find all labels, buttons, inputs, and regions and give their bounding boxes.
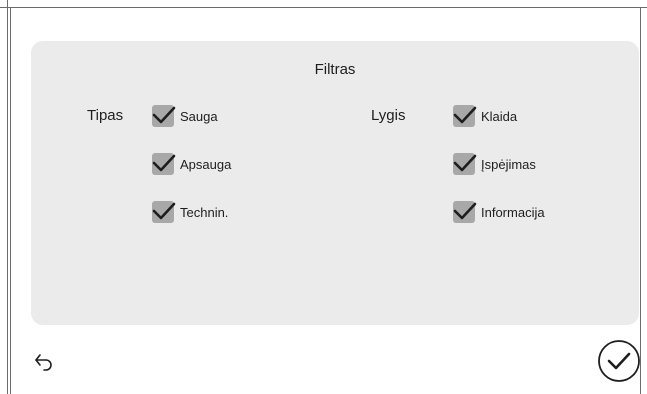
confirm-button[interactable] bbox=[597, 339, 641, 383]
checkbox-box[interactable] bbox=[453, 105, 477, 127]
back-arrow-icon[interactable] bbox=[33, 352, 55, 374]
checkbox-level-informacija[interactable]: Informacija bbox=[453, 201, 545, 223]
screen: Filtras Tipas Sauga Apsauga Technin. Lyg… bbox=[0, 0, 647, 394]
checkbox-type-sauga[interactable]: Sauga bbox=[152, 105, 218, 127]
frame-border-right bbox=[640, 7, 641, 394]
checkbox-label: Apsauga bbox=[180, 156, 232, 172]
checkbox-box[interactable] bbox=[152, 105, 176, 127]
check-icon bbox=[152, 154, 176, 172]
checkbox-box[interactable] bbox=[152, 201, 176, 223]
checkbox-box[interactable] bbox=[453, 153, 477, 175]
confirm-check-icon bbox=[598, 340, 640, 382]
check-icon bbox=[453, 202, 477, 220]
frame-border-left-outer bbox=[7, 0, 8, 394]
filter-panel: Filtras Tipas Sauga Apsauga Technin. Lyg… bbox=[31, 41, 639, 325]
checkbox-label: Įspėjimas bbox=[481, 156, 536, 172]
checkbox-label: Technin. bbox=[180, 204, 229, 220]
frame-border-left-inner bbox=[10, 7, 11, 394]
checkbox-label: Informacija bbox=[481, 204, 545, 220]
check-icon bbox=[152, 106, 176, 124]
checkbox-label: Sauga bbox=[180, 108, 218, 124]
check-icon bbox=[453, 106, 477, 124]
check-icon bbox=[152, 202, 176, 220]
check-icon bbox=[453, 154, 477, 172]
checkbox-type-apsauga[interactable]: Apsauga bbox=[152, 153, 231, 175]
checkbox-label: Klaida bbox=[481, 108, 518, 124]
frame-border-top bbox=[0, 7, 647, 8]
panel-title: Filtras bbox=[314, 61, 356, 78]
checkbox-box[interactable] bbox=[453, 201, 477, 223]
checkbox-level-ispejimas[interactable]: Įspėjimas bbox=[453, 153, 536, 175]
checkbox-box[interactable] bbox=[152, 153, 176, 175]
checkbox-level-klaida[interactable]: Klaida bbox=[453, 105, 517, 127]
checkbox-type-technin[interactable]: Technin. bbox=[152, 201, 228, 223]
type-group-label: Tipas bbox=[87, 107, 124, 124]
level-group-label: Lygis bbox=[371, 107, 406, 124]
